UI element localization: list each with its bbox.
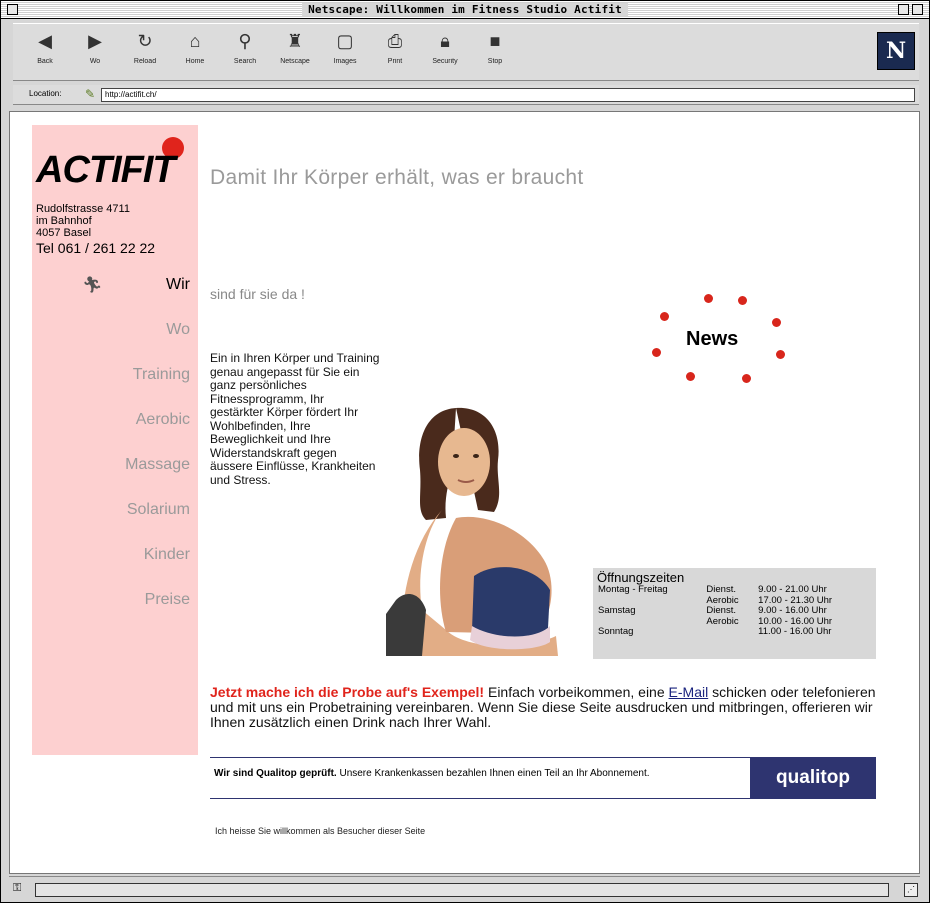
forward-arrow-icon: ▶ (88, 31, 102, 51)
sidebar: ACTIFIT Rudolfstrasse 4711 im Bahnhof 40… (32, 125, 198, 755)
horizontal-scrollbar[interactable] (35, 883, 889, 897)
search-button[interactable]: ⚲ Search (221, 30, 269, 74)
table-row: Montag - Freitag Dienst. 9.00 - 21.00 Uhr (597, 584, 872, 596)
zoom-box-icon[interactable] (898, 4, 909, 15)
quality-bold: Wir sind Qualitop geprüft. (214, 768, 337, 779)
news-dot (776, 350, 785, 359)
nav-item-wir[interactable]: Wir (32, 275, 190, 320)
stop-button[interactable]: ■ Stop (471, 30, 519, 74)
address-line: im Bahnhof (36, 215, 92, 227)
news-dot (652, 348, 661, 357)
images-button[interactable]: ▢ Images (321, 30, 369, 74)
print-icon: ⎙ (387, 31, 403, 51)
news-dot (704, 294, 713, 303)
offer-highlight: Jetzt mache ich die Probe auf's Exempel! (210, 684, 485, 700)
reload-icon: ↻ (137, 31, 153, 51)
nav-item-solarium[interactable]: Solarium (32, 500, 190, 545)
table-row: Sonntag 11.00 - 16.00 Uhr (597, 626, 872, 638)
nav-item-preise[interactable]: Preise (32, 590, 190, 635)
status-bar: ⚿ ⋰ (9, 876, 920, 902)
print-button[interactable]: ⎙ Print (371, 30, 419, 74)
nav-item-training[interactable]: Training (32, 365, 190, 410)
home-button[interactable]: ⌂ Home (171, 30, 219, 74)
news-dot (772, 318, 781, 327)
address-line: 4057 Basel (36, 227, 92, 239)
table-row: Samstag Dienst. 9.00 - 16.00 Uhr (597, 605, 872, 617)
hours-day: Montag - Freitag (598, 584, 668, 595)
news-dot (742, 374, 751, 383)
document-icon[interactable]: ✎ (85, 87, 95, 101)
address-block: Rudolfstrasse 4711 im Bahnhof 4057 Basel… (36, 203, 200, 257)
address-line: Rudolfstrasse 4711 (36, 203, 130, 215)
search-icon: ⚲ (238, 31, 252, 51)
intro-text: Ein in Ihren Körper und Training genau a… (210, 351, 380, 487)
collapse-box-icon[interactable] (912, 4, 923, 15)
actifit-logo: ACTIFIT Rudolfstrasse 4711 im Bahnhof 40… (36, 135, 196, 256)
nav-item-massage[interactable]: Massage (32, 455, 190, 500)
location-input[interactable]: http://actifit.ch/ (101, 88, 915, 102)
news-label: News (686, 328, 739, 350)
nav-item-kinder[interactable]: Kinder (32, 545, 190, 590)
resize-grip-icon[interactable]: ⋰ (904, 883, 918, 897)
navigation-toolbar: ◀ Back ▶ Wo ↻ Reload ⌂ Home ⚲ Search ♜ Netscap… (13, 23, 919, 81)
runner-icon: 🏃︎ (82, 277, 103, 294)
quality-banner: Wir sind Qualitop geprüft. Unsere Kranke… (210, 757, 876, 799)
hours-time: 11.00 - 16.00 Uhr (758, 626, 832, 637)
home-icon: ⌂ (189, 31, 201, 51)
nav-item-aerobic[interactable]: Aerobic (32, 410, 190, 455)
page-headline: Damit Ihr Körper erhält, was er braucht (210, 166, 584, 189)
reload-button[interactable]: ↻ Reload (121, 30, 169, 74)
forward-button[interactable]: ▶ Wo (71, 30, 119, 74)
main-nav: 🏃︎ Wir Wo Training Aerobic Massage Solar… (32, 275, 190, 635)
location-bar: Location: ✎ http://actifit.ch/ (13, 85, 919, 105)
page-content: ACTIFIT Rudolfstrasse 4711 im Bahnhof 40… (9, 111, 920, 874)
news-dot (738, 296, 747, 305)
news-link[interactable]: News (648, 290, 788, 400)
nav-item-wo[interactable]: Wo (32, 320, 190, 365)
hours-label (705, 627, 757, 638)
lock-icon: 🔒︎ (440, 31, 450, 51)
netscape-icon: ♜ (286, 31, 304, 51)
quality-detail: Unsere Krankenkassen bezahlen Ihnen eine… (336, 768, 650, 779)
images-icon: ▢ (336, 31, 354, 51)
hours-time: 9.00 - 21.00 Uhr (758, 584, 827, 595)
qualitop-logo[interactable]: qualitop (750, 758, 876, 798)
news-dot (660, 312, 669, 321)
offer-paragraph: Jetzt mache ich die Probe auf's Exempel!… (210, 685, 876, 730)
browser-window: Netscape: Willkommen im Fitness Studio A… (0, 0, 930, 903)
window-title: Netscape: Willkommen im Fitness Studio A… (302, 3, 628, 16)
hours-label: Aerobic (706, 615, 739, 627)
visitor-counter-text: Ich heisse Sie willkommen als Besucher d… (215, 826, 426, 836)
news-dot (686, 372, 695, 381)
close-box-icon[interactable] (7, 4, 18, 15)
logo-text: ACTIFIT (36, 149, 176, 191)
hours-time: 9.00 - 16.00 Uhr (758, 605, 827, 616)
title-bar[interactable]: Netscape: Willkommen im Fitness Studio A… (1, 1, 929, 19)
phone-number: Tel 061 / 261 22 22 (36, 240, 156, 256)
page-subline: sind für sie da ! (210, 286, 305, 302)
hours-day: Sonntag (598, 626, 634, 637)
back-arrow-icon: ◀ (38, 31, 52, 51)
hours-label: Dienst. (706, 584, 736, 595)
netscape-logo: N (877, 32, 915, 70)
stop-icon: ■ (489, 31, 501, 51)
hours-day: Samstag (598, 605, 636, 616)
location-label: Location: (29, 89, 62, 98)
quality-text: Wir sind Qualitop geprüft. Unsere Kranke… (214, 768, 734, 779)
woman-fitness-photo (386, 407, 558, 656)
security-key-icon[interactable]: ⚿ (13, 882, 21, 895)
back-button[interactable]: ◀ Back (21, 30, 69, 74)
netscape-button[interactable]: ♜ Netscape (271, 30, 319, 74)
opening-hours: Öffnungszeiten Montag - Freitag Dienst. 9.… (593, 568, 876, 659)
offer-text: Einfach vorbeikommen, eine (484, 684, 669, 700)
email-link[interactable]: E-Mail (669, 684, 709, 700)
security-button[interactable]: 🔒︎ Security (421, 30, 469, 74)
hours-label: Dienst. (706, 605, 736, 616)
opening-hours-title: Öffnungszeiten (597, 570, 685, 585)
opening-hours-table: Montag - Freitag Dienst. 9.00 - 21.00 Uhr … (597, 584, 872, 638)
